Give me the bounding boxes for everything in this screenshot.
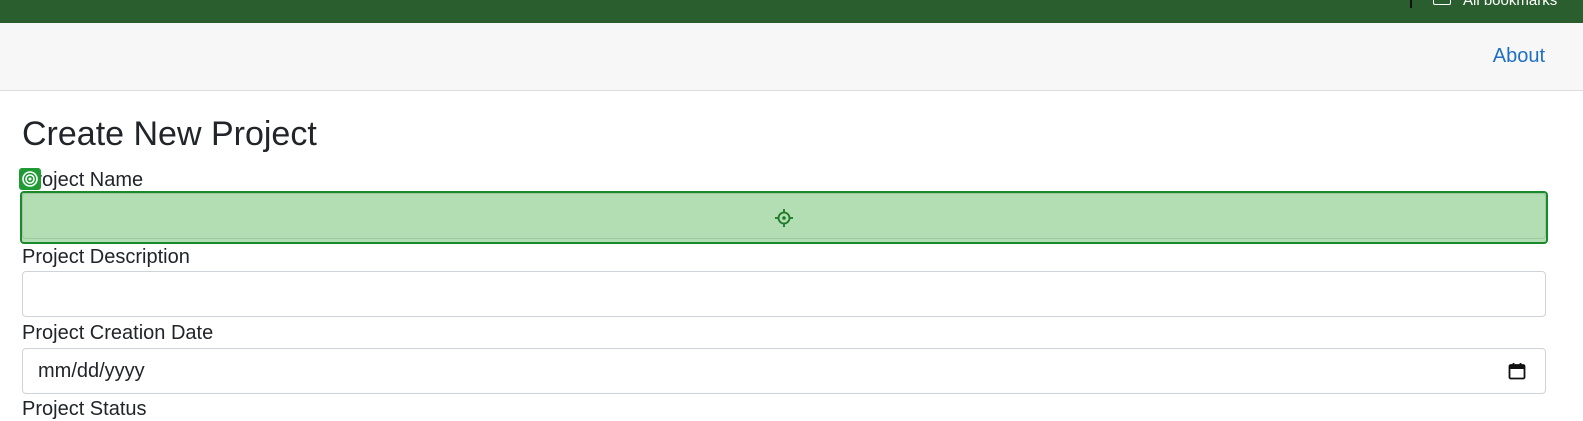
project-description-input[interactable] — [22, 271, 1546, 317]
date-placeholder: mm/dd/yyyy — [38, 360, 145, 382]
project-status-label: Project Status — [22, 398, 147, 420]
browser-toolbar: All bookmarks — [0, 0, 1583, 23]
project-creation-date-label: Project Creation Date — [22, 322, 214, 344]
project-name-input[interactable] — [22, 193, 1546, 239]
project-creation-date-input[interactable] — [22, 348, 1546, 394]
all-bookmarks-link[interactable]: All bookmarks — [1463, 0, 1557, 9]
project-description-label: Project Description — [22, 246, 190, 268]
nav-about-link[interactable]: About — [1493, 45, 1545, 68]
target-icon — [19, 168, 41, 190]
toolbar-divider — [1410, 0, 1412, 8]
calendar-icon[interactable] — [1507, 361, 1527, 381]
page-title: Create New Project — [22, 115, 317, 153]
folder-icon[interactable] — [1433, 0, 1451, 5]
site-navbar: About — [0, 23, 1583, 91]
